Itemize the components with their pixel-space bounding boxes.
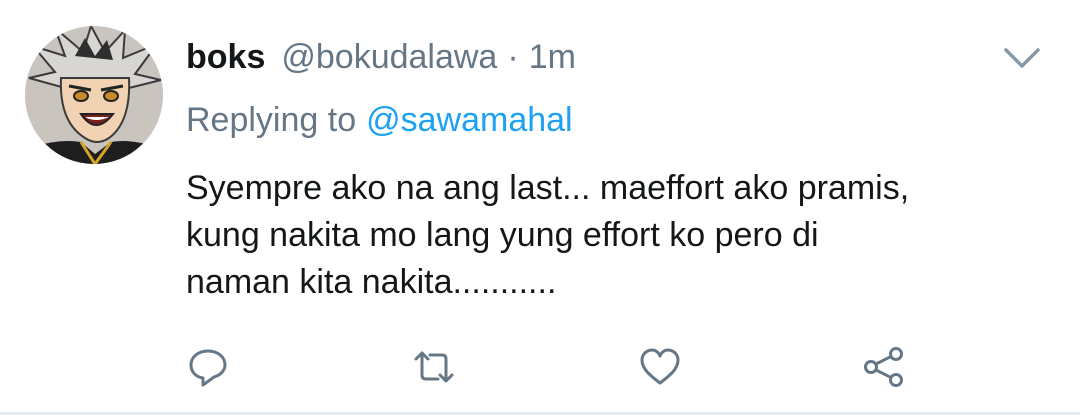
reply-icon[interactable] (186, 345, 230, 389)
tweet-text-line: Syempre ako na ang last... maeffort ako … (186, 169, 910, 207)
tweet-text-line: kung nakita mo lang yung effort ko pero … (186, 216, 819, 254)
replying-to-label: Replying to (186, 101, 357, 139)
separator-dot: · (507, 38, 519, 76)
avatar[interactable] (25, 26, 163, 164)
share-icon[interactable] (862, 345, 906, 389)
tweet-text-line: naman kita nakita........... (186, 263, 557, 301)
chevron-down-icon[interactable] (1000, 40, 1044, 74)
tweet-text: Syempre ako na ang last... maeffort ako … (186, 165, 1046, 306)
replying-to: Replying to @sawamahal (186, 97, 573, 143)
author-handle[interactable]: @bokudalawa (281, 34, 497, 80)
tweet[interactable]: boks @bokudalawa · 1m Replying to @sawama… (0, 0, 1080, 415)
tweet-header: boks @bokudalawa · 1m (186, 34, 576, 80)
timestamp[interactable]: 1m (529, 34, 576, 80)
author-name[interactable]: boks (186, 34, 265, 80)
replying-to-handle[interactable]: @sawamahal (366, 101, 573, 139)
avatar-image (25, 26, 163, 164)
retweet-icon[interactable] (412, 345, 456, 389)
heart-icon[interactable] (638, 345, 682, 389)
